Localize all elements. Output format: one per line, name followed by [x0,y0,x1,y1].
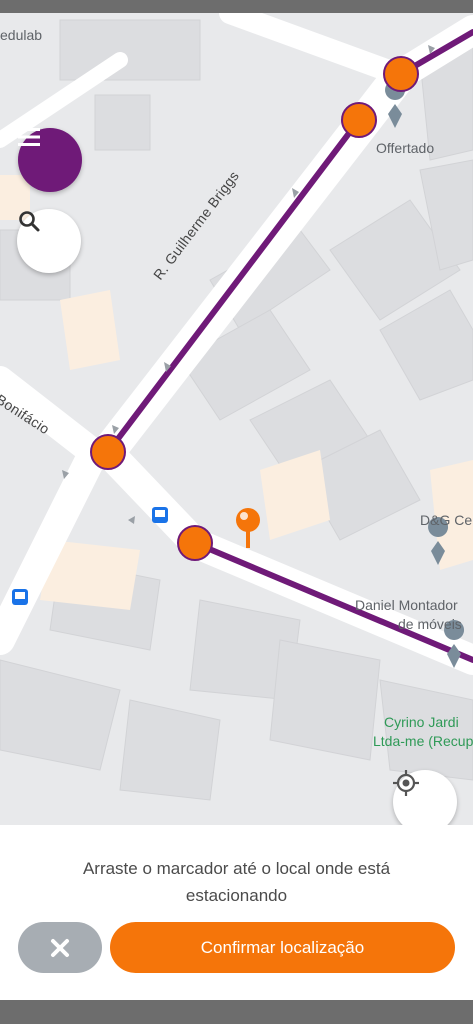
instruction-text: Arraste o marcador até o local onde está… [82,859,391,905]
search-icon [19,211,40,232]
map-canvas[interactable] [0,13,473,825]
cancel-button[interactable] [18,922,102,973]
route-node [90,434,126,470]
map-label-cyrino-line2: Ltda-me (Recupera [373,733,473,749]
menu-icon [18,128,40,146]
route-node [383,56,419,92]
map-label-cyrino-line1: Cyrino Jardi [384,714,459,730]
map-label-dg: D&G Ce [420,512,473,528]
bottom-panel: Arraste o marcador até o local onde está… [0,825,473,1000]
map-label-offertado: Offertado [376,140,435,156]
my-location-button[interactable] [393,770,457,825]
map-view[interactable]: edulab Offertado R. Guilherme Briggs Bon… [0,13,473,825]
close-icon [51,938,69,957]
map-label-daniel-line1: Daniel Montador [355,597,458,613]
confirm-location-button[interactable]: Confirmar localização [110,922,455,973]
route-node [341,102,377,138]
status-bar [0,0,473,13]
search-button[interactable] [17,209,81,273]
navigation-bar [0,1000,473,1024]
map-label-daniel-line2: de móveis [398,616,462,632]
crosshair-icon [393,770,419,796]
menu-button[interactable] [18,128,82,192]
route-node [177,525,213,561]
map-label-edulab: edulab [0,27,43,43]
